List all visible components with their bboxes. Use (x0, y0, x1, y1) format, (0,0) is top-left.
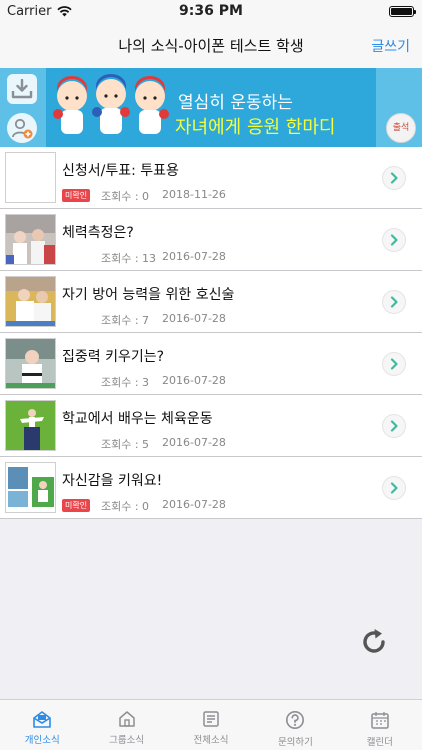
tab-personal-news[interactable]: 개인소식 (0, 700, 84, 750)
navigation-bar: 나의 소식-아이폰 테스트 학생 글쓰기 (0, 22, 422, 68)
cheering-kids-illustration (53, 74, 169, 134)
chevron-right-icon[interactable] (382, 166, 406, 190)
post-title: 자기 방어 능력을 위한 호신술 (62, 287, 235, 303)
add-person-button[interactable] (7, 113, 37, 143)
refresh-icon (363, 629, 385, 653)
unread-badge: 미확인 (62, 189, 91, 202)
post-title: 자신감을 키워요! (62, 473, 163, 489)
post-thumbnail (5, 462, 56, 513)
write-button[interactable]: 글쓰기 (371, 36, 410, 56)
post-thumbnail (5, 152, 56, 203)
unread-badge: 미확인 (62, 499, 91, 512)
banner-subheadline: 자녀에게 응원 한마디 (175, 117, 336, 138)
carrier-label: Carrier (7, 3, 52, 19)
battery-icon (389, 5, 416, 17)
tab-label: 문의하기 (277, 737, 313, 748)
house-icon (118, 711, 135, 727)
tab-inquiry[interactable]: 문의하기 (253, 700, 337, 750)
chevron-right-icon[interactable] (382, 476, 406, 500)
view-count: 조회수 : 3 (101, 376, 150, 389)
news-list: 신청서/투표: 투표용 미확인 조회수 : 0 2018-11-26 체력측정은… (0, 147, 422, 519)
view-count: 조회수 : 7 (101, 314, 150, 327)
post-thumbnail (5, 338, 56, 389)
banner-right-panel: 출석 (376, 68, 422, 147)
list-item[interactable]: 집중력 키우기는? 조회수 : 3 2016-07-28 (0, 333, 422, 395)
view-count: 조회수 : 0 (101, 190, 150, 203)
attendance-label: 출석 (392, 122, 410, 133)
banner-headline: 열심히 운동하는 (178, 93, 293, 113)
post-title: 집중력 키우기는? (62, 349, 165, 365)
chevron-right-icon[interactable] (382, 352, 406, 376)
chevron-right-icon[interactable] (382, 290, 406, 314)
tab-calendar[interactable]: 캘린더 (338, 700, 422, 750)
add-person-icon (12, 118, 33, 139)
post-thumbnail (5, 400, 56, 451)
page-title: 나의 소식-아이폰 테스트 학생 (118, 36, 304, 55)
cheer-banner[interactable]: 열심히 운동하는 자녀에게 응원 한마디 출석 (0, 68, 422, 147)
envelope-icon (33, 711, 52, 728)
post-title: 체력측정은? (62, 225, 134, 241)
list-item[interactable]: 신청서/투표: 투표용 미확인 조회수 : 0 2018-11-26 (0, 147, 422, 209)
list-item[interactable]: 체력측정은? 조회수 : 13 2016-07-28 (0, 209, 422, 271)
post-date: 2018-11-26 (162, 188, 226, 201)
chevron-right-icon[interactable] (382, 228, 406, 252)
refresh-button[interactable] (358, 626, 390, 662)
post-date: 2016-07-28 (162, 250, 226, 263)
status-bar: Carrier 9:36 PM (0, 0, 422, 22)
question-icon (286, 711, 305, 729)
view-count: 조회수 : 0 (101, 500, 150, 513)
post-date: 2016-07-28 (162, 498, 226, 511)
download-button[interactable] (7, 74, 37, 104)
post-date: 2016-07-28 (162, 312, 226, 325)
tab-bar: 개인소식 그룹소식 전체소식 문의하기 캘린더 (0, 699, 422, 750)
attendance-button[interactable]: 출석 (386, 113, 416, 143)
tab-group-news[interactable]: 그룹소식 (84, 700, 168, 750)
post-date: 2016-07-28 (162, 436, 226, 449)
post-date: 2016-07-28 (162, 374, 226, 387)
download-icon (11, 79, 33, 99)
document-icon (203, 711, 219, 727)
tab-label: 전체소식 (193, 735, 229, 746)
post-thumbnail (5, 276, 56, 327)
wifi-icon (57, 5, 73, 16)
banner-left-panel (0, 68, 46, 147)
list-item[interactable]: 학교에서 배우는 체육운동 조회수 : 5 2016-07-28 (0, 395, 422, 457)
tab-label: 캘린더 (366, 737, 393, 748)
view-count: 조회수 : 13 (101, 252, 157, 265)
battery-level (391, 7, 412, 15)
list-item[interactable]: 자기 방어 능력을 위한 호신술 조회수 : 7 2016-07-28 (0, 271, 422, 333)
tab-label: 개인소식 (24, 735, 60, 746)
calendar-icon (371, 712, 389, 729)
list-item[interactable]: 자신감을 키워요! 미확인 조회수 : 0 2016-07-28 (0, 457, 422, 519)
tab-label: 그룹소식 (109, 735, 145, 746)
tab-all-news[interactable]: 전체소식 (169, 700, 253, 750)
post-title: 학교에서 배우는 체육운동 (62, 411, 213, 427)
post-title: 신청서/투표: 투표용 (62, 163, 179, 179)
post-thumbnail (5, 214, 56, 265)
view-count: 조회수 : 5 (101, 438, 150, 451)
chevron-right-icon[interactable] (382, 414, 406, 438)
